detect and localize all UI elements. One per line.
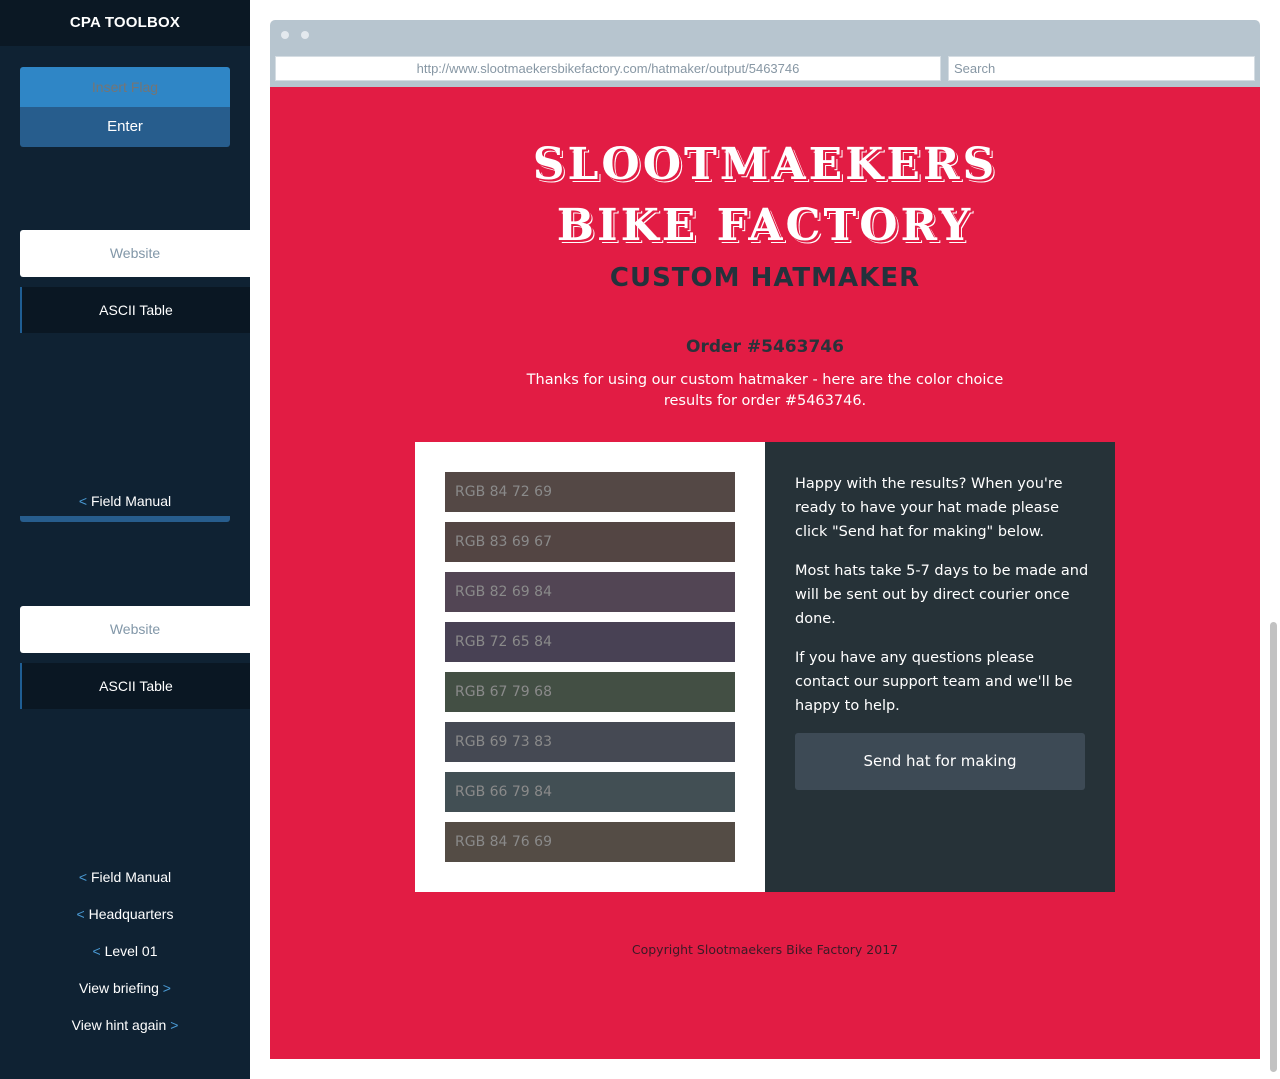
- order-title: Order #5463746: [686, 337, 844, 357]
- chevron-left-icon: <: [76, 906, 85, 922]
- flag-input[interactable]: [20, 67, 230, 107]
- color-swatch: RGB 72 65 84: [445, 622, 735, 662]
- info-paragraph-3: If you have any questions please contact…: [795, 650, 1073, 714]
- color-swatch: RGB 84 76 69: [445, 822, 735, 862]
- tab-website[interactable]: Website: [20, 230, 250, 277]
- nav-view-briefing-label: View briefing: [79, 980, 159, 996]
- field-manual-underline: [20, 516, 230, 522]
- tab-ascii-table-bottom[interactable]: ASCII Table: [20, 663, 250, 709]
- chevron-left-icon: <: [92, 943, 101, 959]
- flag-form: Enter: [20, 67, 230, 147]
- browser-chrome: http://www.slootmaekersbikefactory.com/h…: [270, 20, 1260, 87]
- order-description: Thanks for using our custom hatmaker - h…: [526, 372, 1004, 409]
- logo-subtitle: CUSTOM HATMAKER: [609, 263, 921, 293]
- color-swatch: RGB 83 69 67: [445, 522, 735, 562]
- chevron-left-icon: <: [78, 493, 88, 509]
- chevron-right-icon: >: [170, 1017, 179, 1033]
- nav-field-manual-label: Field Manual: [90, 869, 172, 885]
- info-paragraph-2: Most hats take 5-7 days to be made and w…: [795, 563, 1089, 627]
- nav-headquarters-label: Headquarters: [88, 906, 174, 922]
- nav-view-hint-label: View hint again: [71, 1017, 167, 1033]
- color-swatch: RGB 84 72 69: [445, 472, 735, 512]
- swatch-panel: RGB 84 72 69 RGB 83 69 67 RGB 82 69 84 R…: [415, 442, 765, 892]
- copyright-footer: Copyright Slootmaekers Bike Factory 2017: [631, 942, 899, 957]
- enter-button[interactable]: Enter: [20, 107, 230, 147]
- send-hat-button[interactable]: Send hat for making: [795, 733, 1085, 790]
- tab-website-bottom[interactable]: Website: [20, 606, 250, 653]
- window-dot-icon: [301, 31, 309, 39]
- color-swatch: RGB 66 79 84: [445, 772, 735, 812]
- nav-headquarters[interactable]: < Headquarters: [0, 906, 250, 922]
- nav-field-manual[interactable]: < Field Manual: [0, 869, 250, 885]
- field-manual-label: Field Manual: [90, 493, 172, 509]
- nav-level-label: Level 01: [104, 943, 158, 959]
- search-input[interactable]: Search: [948, 56, 1255, 81]
- scrollbar[interactable]: [1270, 622, 1277, 1072]
- window-dot-icon: [281, 31, 289, 39]
- url-bar[interactable]: http://www.slootmaekersbikefactory.com/h…: [275, 56, 941, 81]
- logo-line-1: SLOOTMAEKERS: [532, 139, 998, 190]
- tab-ascii-table[interactable]: ASCII Table: [20, 287, 250, 333]
- info-paragraph-1: Happy with the results? When you're read…: [795, 476, 1063, 540]
- browser-window: http://www.slootmaekersbikefactory.com/h…: [270, 20, 1260, 1059]
- chevron-left-icon: <: [78, 869, 88, 885]
- logo-line-2: BIKE FACTORY: [556, 200, 974, 251]
- field-manual-link-top[interactable]: < Field Manual: [0, 493, 250, 509]
- nav-view-hint[interactable]: View hint again >: [0, 1017, 250, 1033]
- color-swatch: RGB 69 73 83: [445, 722, 735, 762]
- sidebar-title: CPA TOOLBOX: [0, 0, 250, 46]
- nav-view-briefing[interactable]: View briefing >: [0, 980, 250, 996]
- chevron-right-icon: >: [162, 980, 171, 996]
- color-swatch: RGB 82 69 84: [445, 572, 735, 612]
- web-page: SLOOTMAEKERS BIKE FACTORY CUSTOM HATMAKE…: [270, 87, 1260, 1059]
- info-panel: Happy with the results? When you're read…: [765, 442, 1115, 892]
- color-swatch: RGB 67 79 68: [445, 672, 735, 712]
- sidebar: CPA TOOLBOX Enter Website ASCII Table < …: [0, 0, 250, 1079]
- nav-level[interactable]: < Level 01: [0, 943, 250, 959]
